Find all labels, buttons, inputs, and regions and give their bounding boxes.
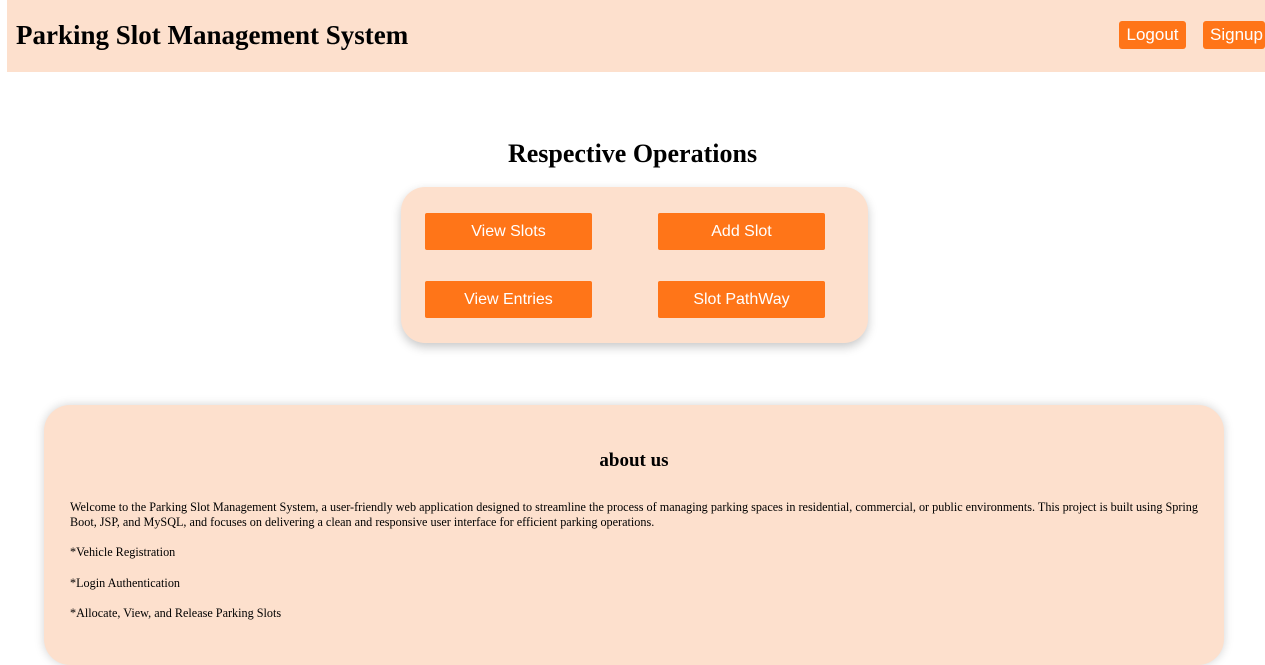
- header-bar: Parking Slot Management System Logout Si…: [7, 0, 1265, 72]
- feature-item: *Login Authentication: [70, 576, 181, 590]
- operations-card: View Slots Add Slot View Entries Slot Pa…: [401, 187, 868, 343]
- signup-button[interactable]: Signup: [1203, 21, 1265, 49]
- about-description: Welcome to the Parking Slot Management S…: [70, 500, 1198, 529]
- app-title: Parking Slot Management System: [16, 20, 409, 50]
- feature-item: *Vehicle Registration: [70, 545, 176, 559]
- about-title: about us: [599, 450, 669, 471]
- view-entries-button[interactable]: View Entries: [425, 281, 592, 318]
- logout-button[interactable]: Logout: [1119, 21, 1186, 49]
- about-section: about us Welcome to the Parking Slot Man…: [44, 405, 1224, 665]
- add-slot-button[interactable]: Add Slot: [658, 213, 825, 250]
- slot-pathway-button[interactable]: Slot PathWay: [658, 281, 825, 318]
- operations-title: Respective Operations: [507, 139, 758, 168]
- view-slots-button[interactable]: View Slots: [425, 213, 592, 250]
